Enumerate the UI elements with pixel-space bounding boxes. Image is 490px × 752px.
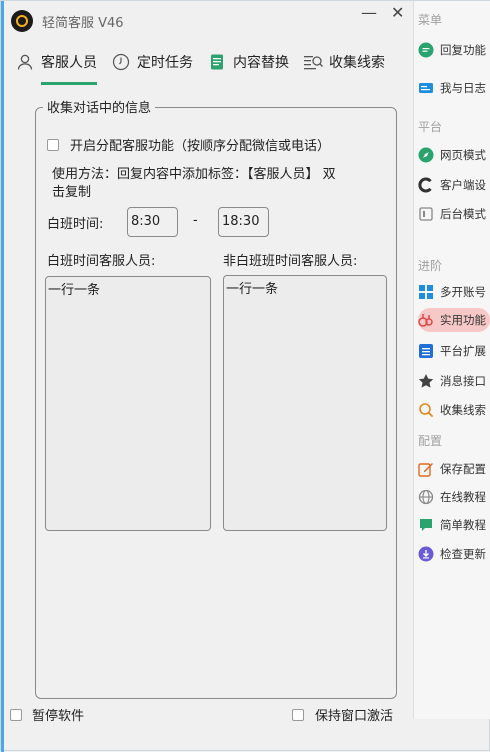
sidebar-item-label: 收集线索 bbox=[440, 403, 486, 417]
sidebar-item-label: 多开账号 bbox=[440, 285, 486, 299]
keep-active-label: 保持窗口激活 bbox=[315, 709, 394, 724]
compass-icon bbox=[418, 147, 434, 163]
sidebar-item-label: 保存配置 bbox=[440, 462, 486, 476]
sidebar-item-log[interactable]: 我与日志 bbox=[418, 76, 490, 100]
document-icon bbox=[207, 52, 227, 72]
sidebar-item-collect-leads[interactable]: 收集线索 bbox=[418, 398, 490, 422]
tab-scheduled-tasks[interactable]: 定时任务 bbox=[111, 47, 193, 77]
tab-customer-service[interactable]: 客服人员 bbox=[15, 47, 97, 85]
tab-label: 收集线索 bbox=[329, 55, 385, 71]
star-icon bbox=[418, 373, 434, 389]
sidebar-item-label: 检查更新 bbox=[440, 547, 486, 561]
close-button[interactable]: ✕ bbox=[391, 3, 404, 22]
day-staff-label: 白班时间客服人员: bbox=[47, 254, 156, 269]
usage-text-line1[interactable]: 使用方法：回复内容中添加标签：【客服人员】 双 bbox=[52, 163, 336, 182]
sidebar-item-label: 简单教程 bbox=[440, 518, 486, 532]
sidebar-item-background-mode[interactable]: 后台模式 bbox=[418, 202, 490, 226]
c-icon bbox=[418, 177, 434, 193]
sidebar-item-web-mode[interactable]: 网页模式 bbox=[418, 143, 490, 167]
sidebar-item-label: 网页模式 bbox=[440, 148, 486, 162]
sidebar-item-reply[interactable]: 回复功能 bbox=[418, 38, 490, 62]
globe-icon bbox=[418, 489, 434, 505]
day-shift-label: 白班时间: bbox=[47, 217, 104, 232]
app-window: 轻简客服 V46 — ✕ 客服人员 定时任务 内容替换 收集线索 收集对话中的信… bbox=[0, 0, 490, 752]
keep-active-checkbox[interactable] bbox=[292, 708, 304, 721]
right-sidebar: 菜单 回复功能 我与日志 平台 网页模式 客户端设 后台模式 进阶 多开账号 实… bbox=[413, 1, 490, 719]
enable-assign-checkbox[interactable] bbox=[47, 138, 59, 151]
sidebar-item-check-update[interactable]: 检查更新 bbox=[418, 542, 490, 566]
section-platform: 平台 bbox=[418, 120, 443, 134]
tab-bar: 客服人员 定时任务 内容替换 收集线索 bbox=[15, 47, 411, 85]
window-edge bbox=[1, 1, 4, 752]
window-icon bbox=[418, 206, 434, 222]
night-staff-textarea[interactable]: 一行一条 bbox=[223, 275, 387, 531]
sidebar-item-utilities[interactable]: 实用功能 bbox=[418, 308, 490, 332]
sidebar-item-label: 消息接口 bbox=[440, 374, 486, 388]
clock-icon bbox=[111, 52, 131, 72]
update-icon bbox=[418, 546, 434, 562]
grid-icon bbox=[418, 284, 434, 300]
sidebar-item-label: 回复功能 bbox=[440, 43, 486, 57]
sidebar-item-label: 客户端设 bbox=[440, 178, 486, 192]
group-legend: 收集对话中的信息 bbox=[43, 97, 156, 116]
tab-collect-leads[interactable]: 收集线索 bbox=[303, 47, 385, 77]
time-separator: - bbox=[193, 213, 198, 228]
pause-row[interactable]: 暂停软件 bbox=[10, 705, 84, 724]
enable-assign-label: 开启分配客服功能（按顺序分配微信或电话） bbox=[70, 139, 331, 154]
tab-label: 客服人员 bbox=[41, 55, 97, 71]
section-advanced: 进阶 bbox=[418, 259, 443, 273]
list-icon bbox=[418, 343, 434, 359]
usage-text-line2[interactable]: 击复制 bbox=[52, 181, 91, 200]
sidebar-item-save-config[interactable]: 保存配置 bbox=[418, 457, 490, 481]
chat-icon bbox=[418, 42, 434, 58]
sidebar-item-label: 在线教程 bbox=[440, 490, 486, 504]
sidebar-item-platform-extension[interactable]: 平台扩展 bbox=[418, 339, 490, 363]
user-icon bbox=[15, 52, 35, 72]
sidebar-item-label: 实用功能 bbox=[440, 313, 486, 327]
message-icon bbox=[418, 517, 434, 533]
sidebar-item-label: 平台扩展 bbox=[440, 344, 486, 358]
log-icon bbox=[418, 80, 434, 96]
sidebar-item-client-settings[interactable]: 客户端设 bbox=[418, 173, 490, 197]
enable-assign-row[interactable]: 开启分配客服功能（按顺序分配微信或电话） bbox=[47, 135, 330, 154]
title-bar: 轻简客服 V46 bbox=[11, 9, 124, 33]
minimize-button[interactable]: — bbox=[361, 3, 377, 22]
sidebar-item-label: 我与日志 bbox=[440, 81, 486, 95]
tab-content-replace[interactable]: 内容替换 bbox=[207, 47, 289, 77]
night-staff-label: 非白班班时间客服人员: bbox=[223, 254, 358, 269]
tab-label: 内容替换 bbox=[233, 55, 289, 71]
sidebar-item-label: 后台模式 bbox=[440, 207, 486, 221]
tools-icon bbox=[418, 312, 434, 328]
sidebar-item-online-tutorial[interactable]: 在线教程 bbox=[418, 485, 490, 509]
section-config: 配置 bbox=[418, 434, 443, 448]
app-title: 轻简客服 V46 bbox=[42, 15, 124, 31]
pause-checkbox[interactable] bbox=[10, 708, 22, 721]
day-staff-textarea[interactable]: 一行一条 bbox=[45, 276, 211, 531]
tab-label: 定时任务 bbox=[137, 55, 193, 71]
pause-label: 暂停软件 bbox=[32, 709, 85, 724]
sidebar-item-simple-tutorial[interactable]: 简单教程 bbox=[418, 513, 490, 537]
end-time-input[interactable]: 18:30 bbox=[218, 207, 269, 237]
app-logo-icon bbox=[11, 10, 33, 32]
section-menu: 菜单 bbox=[418, 13, 443, 27]
edit-icon bbox=[418, 461, 434, 477]
search-list-icon bbox=[303, 52, 323, 72]
keep-active-row[interactable]: 保持窗口激活 bbox=[292, 705, 393, 724]
sidebar-item-message-api[interactable]: 消息接口 bbox=[418, 369, 490, 393]
sidebar-item-multi-account[interactable]: 多开账号 bbox=[418, 280, 490, 304]
start-time-input[interactable]: 8:30 bbox=[127, 207, 178, 237]
magnify-icon bbox=[418, 402, 434, 418]
